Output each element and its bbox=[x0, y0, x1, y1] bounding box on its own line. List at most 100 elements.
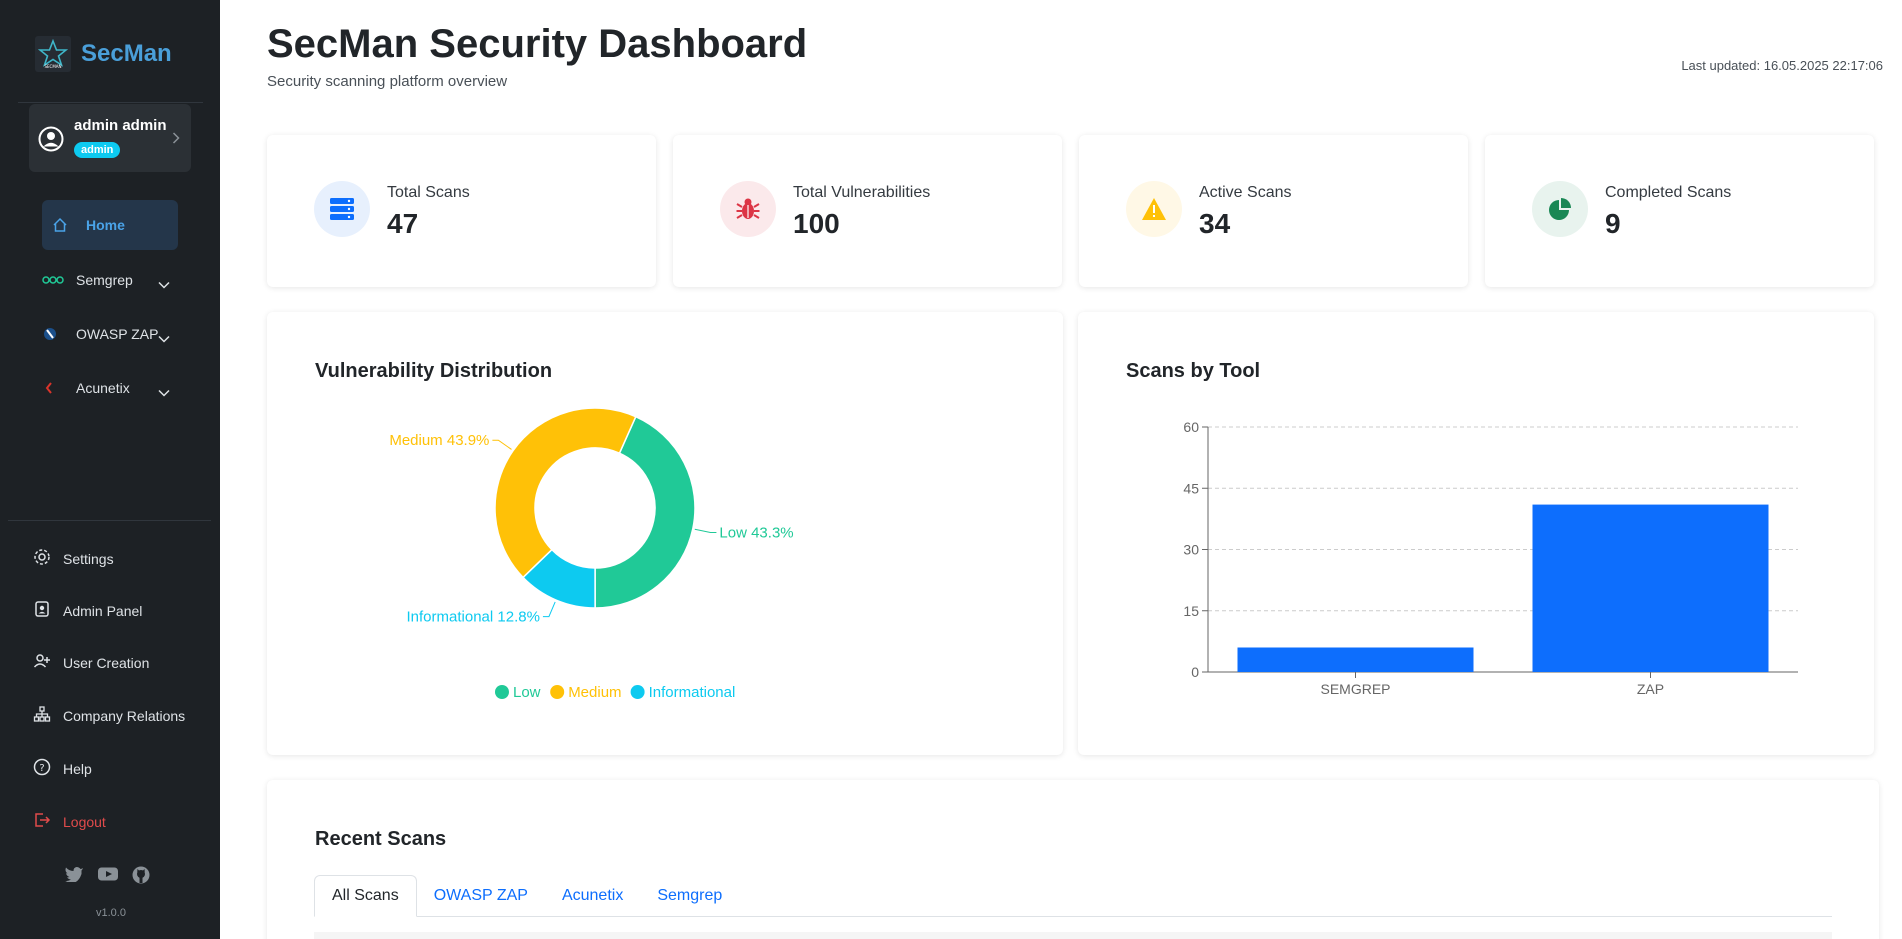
x-tick-label: SEMGREP bbox=[1320, 681, 1390, 697]
bar-chart: 0 15 30 45 60 SEMGREP ZAP bbox=[1183, 419, 1798, 697]
semgrep-icon bbox=[42, 275, 64, 285]
slice-label: Informational 12.8% bbox=[407, 609, 540, 626]
sidebar-item-label: Settings bbox=[63, 550, 114, 567]
bug-icon bbox=[720, 181, 776, 237]
nav-item-label: Semgrep bbox=[76, 272, 133, 288]
sidebar-item-label: Logout bbox=[63, 813, 106, 830]
chevron-down-icon[interactable] bbox=[158, 384, 170, 402]
sidebar-item-company-relations[interactable]: Company Relations bbox=[33, 705, 185, 726]
social-links bbox=[64, 866, 150, 889]
pie-chart-icon bbox=[1532, 181, 1588, 237]
stat-label: Total Scans bbox=[387, 184, 470, 201]
chevron-right-icon bbox=[172, 131, 180, 149]
sidebar: SECMAN SecMan admin admin admin Home Sem… bbox=[0, 0, 220, 939]
sidebar-item-logout[interactable]: Logout bbox=[33, 811, 106, 832]
sidebar-item-label: Admin Panel bbox=[63, 602, 143, 619]
nav-item-label: Acunetix bbox=[76, 380, 130, 396]
gear-icon bbox=[33, 548, 51, 569]
svg-text:?: ? bbox=[39, 763, 44, 774]
nav-item-home[interactable]: Home bbox=[42, 200, 178, 250]
stat-value: 100 bbox=[793, 208, 840, 239]
sidebar-item-help[interactable]: ? Help bbox=[33, 758, 92, 779]
slice-label: Medium 43.9% bbox=[389, 432, 489, 449]
svg-text:SECMAN: SECMAN bbox=[44, 64, 61, 69]
scans-by-tool-panel: Scans by Tool 0 15 30 45 60 SEMGREP ZAP bbox=[1078, 312, 1874, 755]
slice-label: Low 43.3% bbox=[719, 525, 793, 542]
tab-semgrep[interactable]: Semgrep bbox=[640, 875, 739, 917]
user-card[interactable]: admin admin admin bbox=[29, 104, 191, 172]
recent-scans-panel: Recent Scans All Scans OWASP ZAP Acuneti… bbox=[267, 780, 1879, 939]
brand[interactable]: SECMAN SecMan bbox=[35, 36, 172, 72]
tab-bar: All Scans OWASP ZAP Acunetix Semgrep bbox=[314, 875, 1832, 917]
server-icon bbox=[314, 181, 370, 237]
legend-swatch bbox=[630, 685, 645, 699]
zap-icon bbox=[42, 326, 64, 342]
last-updated: Last updated: 16.05.2025 22:17:06 bbox=[1681, 58, 1883, 73]
vulnerability-distribution-panel: Vulnerability Distribution Low 43.3% Info… bbox=[267, 312, 1063, 755]
tab-all-scans[interactable]: All Scans bbox=[314, 875, 417, 917]
divider bbox=[18, 102, 203, 103]
y-tick-label: 15 bbox=[1183, 603, 1199, 619]
tab-acunetix[interactable]: Acunetix bbox=[545, 875, 640, 917]
page-title: SecMan Security Dashboard bbox=[267, 22, 808, 66]
bar-semgrep bbox=[1237, 647, 1474, 672]
user-role-badge: admin bbox=[74, 142, 121, 158]
leader-line bbox=[542, 601, 556, 618]
divider bbox=[8, 520, 211, 521]
youtube-icon[interactable] bbox=[98, 866, 118, 889]
brand-name: SecMan bbox=[81, 40, 172, 67]
donut-slice-medium bbox=[494, 407, 637, 579]
stat-label: Completed Scans bbox=[1605, 184, 1732, 201]
stat-card-active-scans: Active Scans 34 bbox=[1079, 135, 1468, 287]
nav-item-owasp-zap[interactable]: OWASP ZAP bbox=[42, 326, 158, 342]
y-tick-label: 30 bbox=[1183, 542, 1199, 558]
acunetix-icon bbox=[42, 380, 64, 396]
stat-value: 9 bbox=[1605, 208, 1621, 239]
sidebar-item-user-creation[interactable]: User Creation bbox=[33, 652, 149, 673]
table-header bbox=[314, 932, 1832, 939]
panel-title: Recent Scans bbox=[315, 828, 447, 850]
help-icon: ? bbox=[33, 758, 51, 779]
stat-value: 34 bbox=[1199, 208, 1231, 239]
y-tick-label: 0 bbox=[1191, 664, 1199, 680]
chevron-down-icon[interactable] bbox=[158, 276, 170, 294]
stat-value: 47 bbox=[387, 208, 419, 239]
y-tick-label: 60 bbox=[1183, 419, 1199, 435]
nav-item-label: OWASP ZAP bbox=[76, 326, 159, 342]
tab-owasp-zap[interactable]: OWASP ZAP bbox=[417, 875, 545, 917]
leader-line bbox=[694, 528, 717, 534]
stat-card-completed-scans: Completed Scans 9 bbox=[1485, 135, 1874, 287]
logout-icon bbox=[33, 811, 51, 832]
warning-icon bbox=[1126, 181, 1182, 237]
sidebar-item-admin-panel[interactable]: Admin Panel bbox=[33, 600, 142, 621]
legend-swatch bbox=[495, 685, 509, 699]
version-label: v1.0.0 bbox=[96, 907, 126, 919]
main-content: SecMan Security Dashboard Security scann… bbox=[220, 0, 1902, 939]
user-plus-icon bbox=[33, 652, 51, 673]
stat-card-total-scans: Total Scans 47 bbox=[267, 135, 656, 287]
legend-label: Informational bbox=[649, 684, 736, 701]
user-name: admin admin bbox=[74, 117, 167, 134]
stat-card-total-vulnerabilities: Total Vulnerabilities 100 bbox=[673, 135, 1062, 287]
nav-item-semgrep[interactable]: Semgrep bbox=[42, 272, 133, 288]
stat-label: Total Vulnerabilities bbox=[793, 184, 931, 201]
sidebar-item-label: User Creation bbox=[63, 654, 150, 671]
legend-swatch bbox=[550, 685, 565, 699]
x-tick-label: ZAP bbox=[1637, 681, 1664, 697]
legend-label: Medium bbox=[568, 684, 621, 701]
nav-item-label: Home bbox=[86, 217, 125, 233]
chevron-down-icon[interactable] bbox=[158, 330, 170, 348]
github-icon[interactable] bbox=[132, 866, 150, 889]
y-tick-label: 45 bbox=[1183, 480, 1199, 496]
nav-item-acunetix[interactable]: Acunetix bbox=[42, 380, 130, 396]
sidebar-item-settings[interactable]: Settings bbox=[33, 548, 114, 569]
page-subtitle: Security scanning platform overview bbox=[267, 73, 508, 90]
legend-label: Low bbox=[513, 684, 541, 701]
twitter-icon[interactable] bbox=[64, 866, 84, 889]
stat-label: Active Scans bbox=[1199, 184, 1292, 201]
sidebar-item-label: Company Relations bbox=[63, 707, 186, 724]
user-avatar-icon bbox=[38, 126, 64, 157]
bar-zap bbox=[1532, 504, 1769, 672]
home-icon bbox=[52, 217, 74, 233]
donut-chart: Low 43.3% Informational 12.8% Medium 43.9%… bbox=[389, 407, 794, 701]
